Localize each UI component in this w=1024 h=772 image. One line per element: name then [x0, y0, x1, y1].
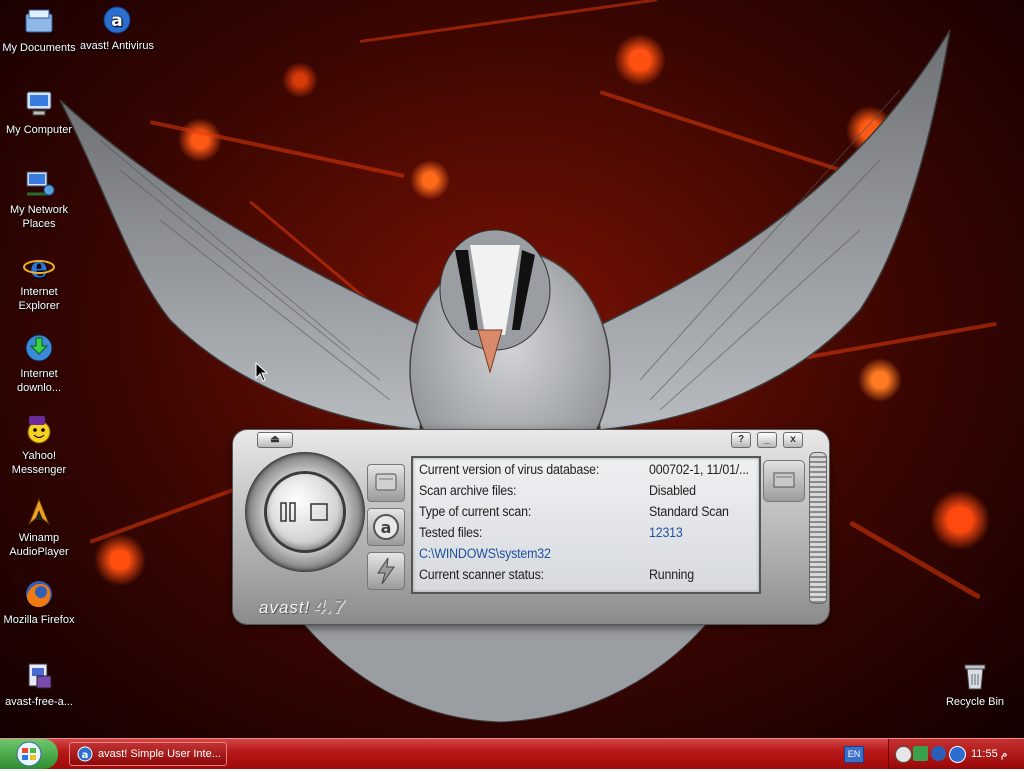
info-label: Current scanner status: [419, 567, 544, 582]
svg-text:a: a [381, 518, 392, 537]
current-scan-path: C:\WINDOWS\system32 [419, 546, 551, 561]
svg-text:e: e [30, 251, 48, 282]
info-label: Type of current scan: [419, 504, 532, 519]
tray-avast-icon[interactable] [949, 746, 966, 763]
scan-control-dial [245, 452, 365, 572]
desktop-icon-label: My Computer [5, 124, 73, 136]
resident-protection-button[interactable] [367, 552, 405, 590]
firefox-icon [23, 578, 55, 610]
book-icon [375, 473, 397, 491]
scan-control-buttons[interactable] [267, 474, 343, 550]
info-value: Disabled [649, 483, 696, 498]
eject-button[interactable]: ⏏ [257, 432, 293, 448]
tray-facebook-icon[interactable] [931, 746, 946, 761]
bird-wallpaper-image [59, 29, 951, 723]
info-value: Standard Scan [649, 504, 729, 519]
desktop-icon-firefox[interactable]: Mozilla Firefox [0, 578, 78, 627]
installer-icon [23, 660, 55, 692]
desktop-icon-label: Internet downlo... [16, 368, 62, 394]
lightning-icon [377, 557, 395, 585]
desktop-icon-label: Yahoo! Messenger [11, 450, 67, 476]
avast-version: 4.7 [314, 596, 346, 618]
window-resize-grip[interactable] [809, 452, 827, 604]
taskbar: a avast! Simple User Inte... EN 11:55 م [0, 738, 1024, 769]
desktop-icon-internet-explorer[interactable]: e Internet Explorer [0, 250, 78, 313]
pause-stop-icon [280, 502, 328, 522]
desktop-icon-avast[interactable]: a avast! Antivirus [78, 4, 156, 53]
avast-icon: a [77, 746, 93, 762]
svg-text:a: a [82, 750, 89, 761]
avast-logo: avast! 4.7 [259, 596, 345, 619]
desktop-icon-label: avast-free-a... [5, 696, 73, 708]
winamp-icon [23, 496, 55, 528]
avast-logo-text: avast! [259, 598, 311, 617]
close-button[interactable]: x [783, 432, 803, 448]
system-tray: 11:55 م [888, 739, 1024, 769]
info-label: Tested files: [419, 525, 483, 540]
clock[interactable]: 11:55 م [971, 747, 1008, 760]
desktop-icon-avast-free-installer[interactable]: avast-free-a... [0, 660, 78, 709]
info-value: 12313 [649, 525, 683, 540]
avast-icon: a [101, 4, 133, 36]
tray-network-icon[interactable] [913, 746, 928, 761]
desktop-icon-my-documents[interactable]: My Documents [0, 6, 78, 55]
taskbar-button-avast[interactable]: a avast! Simple User Inte... [69, 742, 227, 766]
desktop-icon-internet-download[interactable]: Internet downlo... [0, 332, 78, 395]
desktop-icon-label: My Documents [2, 42, 76, 54]
taskbar-button-label: avast! Simple User Inte... [98, 748, 221, 760]
scan-info-panel: Current version of virus database: 00070… [411, 456, 761, 594]
my-documents-icon [23, 6, 55, 38]
desktop-icon-yahoo-messenger[interactable]: Yahoo! Messenger [0, 414, 78, 477]
report-icon [773, 472, 795, 488]
language-indicator[interactable]: EN [844, 746, 864, 763]
svg-text:a: a [111, 11, 122, 31]
info-label: Current version of virus database: [419, 462, 600, 477]
desktop-icon-network-places[interactable]: My Network Places [0, 168, 78, 231]
desktop-icon-label: avast! Antivirus [80, 40, 154, 52]
info-value: 000702-1, 11/01/... [649, 462, 749, 477]
info-label: Scan archive files: [419, 483, 517, 498]
desktop-icon-my-computer[interactable]: My Computer [0, 88, 78, 137]
desktop-icon-label: Recycle Bin [945, 696, 1005, 708]
minimize-button[interactable]: _ [757, 432, 777, 448]
desktop-wallpaper: My Documents a avast! Antivirus My Compu… [0, 0, 1024, 738]
desktop-icon-label: Internet Explorer [18, 286, 60, 312]
desktop-icon-winamp[interactable]: Winamp AudioPlayer [0, 496, 78, 559]
avast-menu-button[interactable]: a [367, 508, 405, 546]
yahoo-messenger-icon [23, 414, 55, 446]
mouse-cursor-icon [255, 362, 269, 382]
start-button[interactable] [0, 739, 58, 769]
desktop-icon-label: Mozilla Firefox [3, 614, 75, 626]
task-selector-button[interactable] [367, 464, 405, 502]
help-button[interactable]: ? [731, 432, 751, 448]
report-button[interactable] [763, 460, 805, 502]
internet-explorer-icon: e [23, 250, 55, 284]
avast-logo-icon: a [373, 514, 399, 540]
desktop-icon-label: Winamp AudioPlayer [9, 532, 69, 558]
tray-hide-icon[interactable] [895, 746, 912, 763]
windows-logo-icon [16, 741, 42, 767]
info-value: Running [649, 567, 694, 582]
internet-download-manager-icon [23, 332, 55, 364]
avast-window[interactable]: ⏏ ? _ x a Current version of virus datab [233, 430, 829, 624]
desktop-icon-recycle-bin[interactable]: Recycle Bin [936, 660, 1014, 709]
my-computer-icon [23, 88, 55, 120]
desktop-icon-label: My Network Places [9, 204, 69, 230]
recycle-bin-icon [959, 660, 991, 692]
network-places-icon [23, 168, 55, 200]
